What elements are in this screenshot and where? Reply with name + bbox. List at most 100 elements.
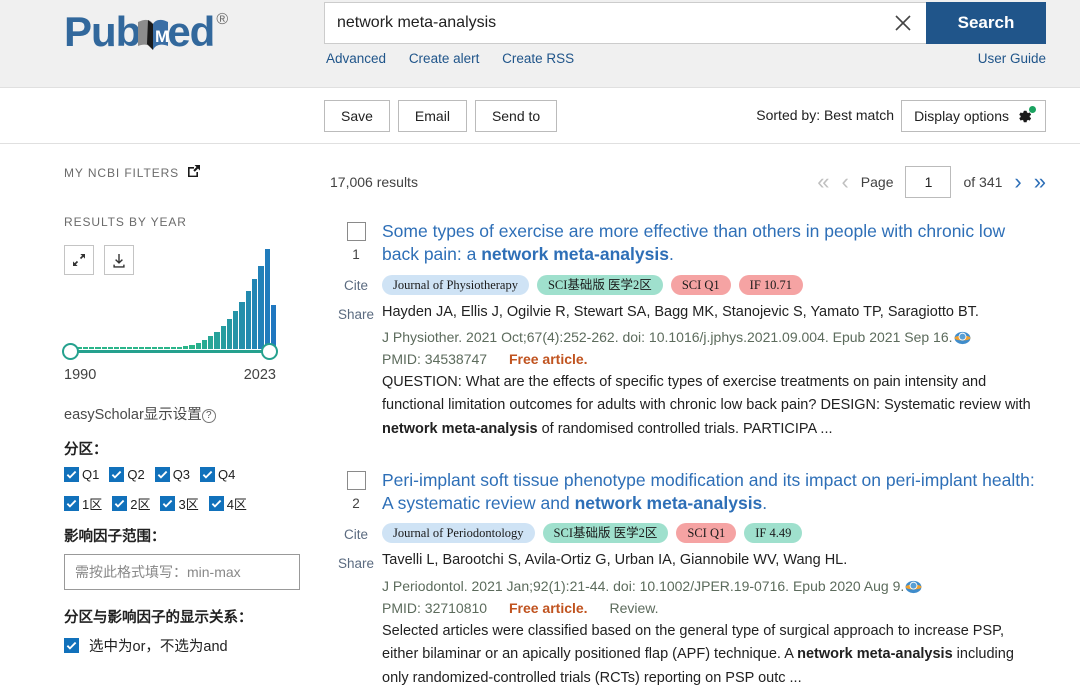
display-options-button[interactable]: Display options [901, 100, 1046, 132]
review-badge: Review. [609, 600, 658, 616]
save-button[interactable]: Save [324, 100, 390, 132]
checkbox-zone1-label: 1区 [82, 494, 102, 513]
cite-link[interactable]: Cite [330, 527, 382, 542]
chart-bar [127, 347, 132, 349]
pagination: « ‹ Page of 341 › » [817, 166, 1046, 198]
checkbox-zone2[interactable]: 2区 [112, 494, 150, 513]
checkbox-q1[interactable]: Q1 [64, 467, 99, 482]
zone-checkbox-row: 1区 2区 3区 4区 [64, 494, 312, 513]
result-actions: 2 Cite Share [330, 469, 382, 690]
logo-text-pub: Pub [64, 8, 140, 56]
result-title-link[interactable]: Some types of exercise are more effectiv… [382, 220, 1042, 267]
result-checkbox[interactable] [347, 222, 366, 241]
last-page-icon[interactable]: » [1034, 171, 1046, 193]
checkbox-zone3-label: 3区 [178, 494, 198, 513]
chart-bar [239, 302, 244, 349]
share-link[interactable]: Share [330, 556, 382, 571]
checkmark-icon [112, 496, 127, 511]
book-icon: M [136, 14, 170, 50]
checkbox-q1-label: Q1 [82, 467, 99, 482]
checkbox-q2[interactable]: Q2 [109, 467, 144, 482]
chart-bar [189, 345, 194, 349]
title-highlight: network meta-analysis [481, 244, 669, 264]
chart-bar [183, 346, 188, 349]
results-count: 17,006 results [330, 174, 418, 190]
result-badges: Journal of Physiotherapy SCI基础版 医学2区 SCI… [382, 275, 1042, 295]
badge-quartile: SCI Q1 [676, 523, 736, 543]
checkbox-zone3[interactable]: 3区 [160, 494, 198, 513]
checkbox-relation[interactable]: 选中为or，不选为and [64, 635, 312, 656]
page-number-input[interactable] [905, 166, 951, 198]
result-authors: Tavelli L, Barootchi S, Avila-Ortiz G, U… [382, 550, 1042, 572]
checkbox-zone1[interactable]: 1区 [64, 494, 102, 513]
badge-quartile: SCI Q1 [671, 275, 731, 295]
chart-bar [108, 347, 113, 349]
chart-bar [258, 266, 263, 349]
results-by-year-label: RESULTS BY YEAR [64, 215, 187, 229]
chart-bar [208, 336, 213, 349]
year-slider-track[interactable] [64, 350, 276, 353]
citation-text: J Periodontol. 2021 Jan;92(1):21-44. doi… [382, 578, 904, 594]
advanced-link[interactable]: Advanced [326, 51, 386, 66]
quartile-checkbox-row: Q1 Q2 Q3 Q4 [64, 467, 312, 482]
prev-page-icon[interactable]: ‹ [841, 171, 848, 193]
my-ncbi-filters-section[interactable]: MY NCBI FILTERS [64, 164, 324, 181]
result-snippet: QUESTION: What are the effects of specif… [382, 371, 1042, 441]
clear-search-icon[interactable] [880, 2, 926, 44]
citation-text: J Physiother. 2021 Oct;67(4):252-262. do… [382, 329, 953, 345]
checkbox-q3[interactable]: Q3 [155, 467, 190, 482]
title-part-2: . [762, 493, 767, 513]
send-to-button[interactable]: Send to [475, 100, 557, 132]
checkbox-q3-label: Q3 [173, 467, 190, 482]
easyscholar-title: easyScholar显示设置 [64, 407, 202, 423]
results-header: 17,006 results « ‹ Page of 341 › » [330, 164, 1046, 200]
badge-sci-zone: SCI基础版 医学2区 [543, 523, 669, 543]
svg-text:M: M [155, 27, 169, 46]
chart-bar [265, 249, 270, 349]
page-word-label: Page [861, 174, 894, 190]
chart-bar [214, 332, 219, 349]
first-page-icon[interactable]: « [817, 171, 829, 193]
result-checkbox[interactable] [347, 471, 366, 490]
checkbox-zone4[interactable]: 4区 [209, 494, 247, 513]
checkmark-icon [155, 467, 170, 482]
checkbox-q4[interactable]: Q4 [200, 467, 235, 482]
share-link[interactable]: Share [330, 307, 382, 322]
free-article-badge: Free article. [509, 351, 588, 367]
user-guide-link[interactable]: User Guide [978, 51, 1046, 66]
create-alert-link[interactable]: Create alert [409, 51, 480, 66]
impact-factor-input[interactable] [64, 554, 300, 590]
help-icon[interactable]: ? [202, 409, 216, 423]
partition-label: 分区： [64, 438, 312, 459]
snippet-part-2: of randomised controlled trials. PARTICI… [538, 421, 833, 437]
cite-link[interactable]: Cite [330, 278, 382, 293]
chart-bar [83, 347, 88, 349]
search-button[interactable]: Search [926, 2, 1046, 44]
next-page-icon[interactable]: › [1014, 171, 1021, 193]
create-rss-link[interactable]: Create RSS [502, 51, 574, 66]
linkout-icon[interactable] [905, 579, 922, 593]
chart-bar [120, 347, 125, 349]
results-by-year-chart[interactable] [64, 245, 276, 363]
badge-journal: Journal of Physiotherapy [382, 275, 529, 295]
title-part-1: Some types of exercise are more effectiv… [382, 221, 1005, 264]
total-pages-label: of 341 [963, 174, 1002, 190]
chart-bar [252, 279, 257, 349]
search-input[interactable] [324, 2, 880, 44]
easyscholar-panel: easyScholar显示设置? 分区： Q1 Q2 Q3 Q [64, 403, 312, 656]
chart-bar [202, 340, 207, 349]
result-title-link[interactable]: Peri-implant soft tissue phenotype modif… [382, 469, 1042, 516]
result-pmid-row: PMID: 34538747 Free article. [382, 351, 1042, 367]
year-slider-knob-end[interactable] [261, 343, 278, 360]
snippet-highlight: network meta-analysis [382, 421, 538, 437]
linkout-icon[interactable] [954, 330, 971, 344]
external-link-icon[interactable] [187, 164, 201, 181]
year-slider-knob-start[interactable] [62, 343, 79, 360]
pubmed-logo[interactable]: Pub M ed ® [64, 8, 227, 56]
header-sublinks: Advanced Create alert Create RSS [326, 51, 593, 66]
result-content: Some types of exercise are more effectiv… [382, 220, 1046, 441]
result-item: 1 Cite Share Some types of exercise are … [330, 200, 1046, 441]
email-button[interactable]: Email [398, 100, 467, 132]
display-options-label: Display options [914, 108, 1009, 124]
chart-bar [139, 347, 144, 349]
